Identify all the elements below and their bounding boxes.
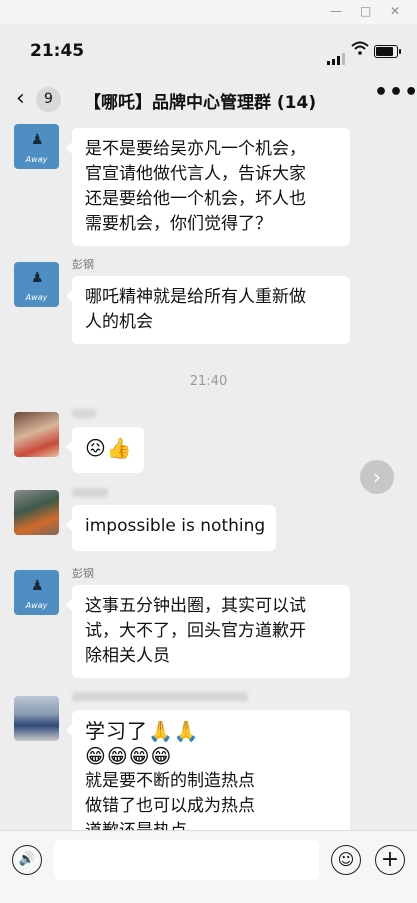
avatar[interactable]: ♟ Away bbox=[14, 262, 59, 307]
message-bubble[interactable]: impossible is nothing bbox=[66, 505, 276, 551]
emoji-icon[interactable]: ☺ bbox=[331, 845, 361, 875]
input-bar: 🔊 ☺ + bbox=[0, 830, 417, 903]
maximize-button[interactable]: □ bbox=[360, 4, 371, 18]
chat-header: ‹ 9 【哪吒】品牌中心管理群 (14) ••• bbox=[0, 76, 417, 122]
battery-icon bbox=[374, 45, 401, 58]
figure-icon: ♟ bbox=[31, 132, 44, 148]
avatar[interactable] bbox=[14, 696, 59, 741]
message-bubble[interactable]: 是不是要给吴亦凡一个机会， 官宣请他做代言人，告诉大家 还是要给他一个机会，坏人… bbox=[66, 128, 350, 246]
avatar[interactable] bbox=[14, 412, 59, 457]
sender-name: 彭钢 bbox=[72, 567, 94, 580]
status-bar: 21:45 bbox=[0, 24, 417, 76]
forward-icon[interactable]: › bbox=[360, 460, 394, 494]
wifi-icon bbox=[351, 40, 369, 60]
chat-title: 【哪吒】品牌中心管理群 (14) bbox=[84, 93, 317, 113]
status-time: 21:45 bbox=[30, 41, 85, 61]
sender-name-blurred bbox=[72, 409, 96, 418]
plus-icon[interactable]: + bbox=[375, 845, 405, 875]
minimize-button[interactable]: — bbox=[330, 4, 342, 18]
message-bubble[interactable]: 这事五分钟出圈，其实可以试 试，大不了，回头官方道歉开 除相关人员 bbox=[66, 585, 350, 678]
unread-count-badge[interactable]: 9 bbox=[36, 87, 61, 112]
figure-icon: ♟ bbox=[31, 270, 44, 286]
window-titlebar: — □ ✕ bbox=[0, 0, 417, 24]
signal-icon bbox=[327, 46, 347, 65]
close-button[interactable]: ✕ bbox=[390, 4, 400, 18]
message-list[interactable]: ♟ Away 是不是要给吴亦凡一个机会， 官宣请他做代言人，告诉大家 还是要给他一… bbox=[0, 122, 417, 830]
message-bubble[interactable]: 😖👍 bbox=[66, 427, 144, 473]
timestamp: 21:40 bbox=[189, 374, 228, 389]
sender-name-blurred bbox=[72, 488, 108, 497]
message-bubble[interactable]: 哪吒精神就是给所有人重新做 人的机会 bbox=[66, 276, 350, 344]
voice-icon[interactable]: 🔊 bbox=[12, 845, 42, 875]
back-icon[interactable]: ‹ bbox=[16, 86, 25, 111]
message-input[interactable] bbox=[54, 840, 319, 880]
sender-name: 彭钢 bbox=[72, 258, 94, 271]
avatar[interactable] bbox=[14, 490, 59, 535]
avatar[interactable]: ♟ Away bbox=[14, 570, 59, 615]
more-icon[interactable]: ••• bbox=[374, 80, 417, 105]
message-bubble[interactable]: 学习了🙏🙏 😁😁😁😁 就是要不断的制造热点 做错了也可以成为热点 道歉还是热点 bbox=[66, 710, 350, 830]
figure-icon: ♟ bbox=[31, 578, 44, 594]
sender-name-blurred bbox=[72, 692, 248, 701]
avatar[interactable]: ♟ Away bbox=[14, 124, 59, 169]
